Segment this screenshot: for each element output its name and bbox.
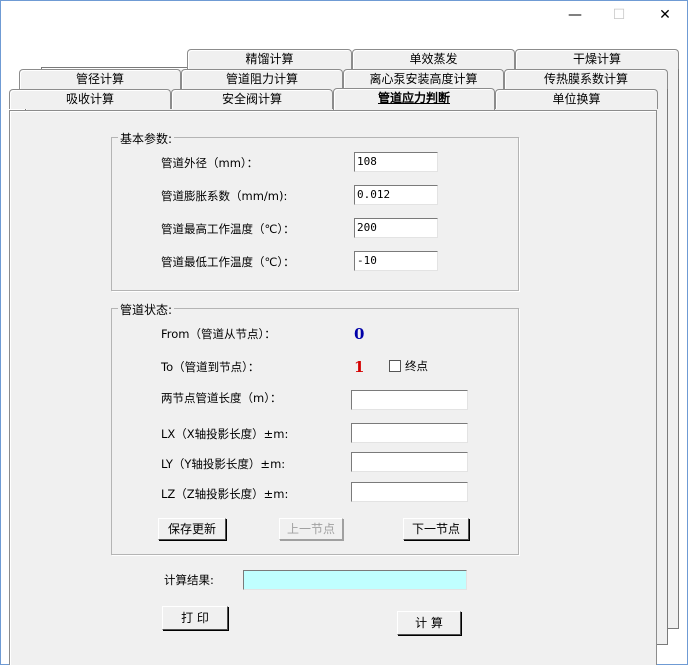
lz-label: LZ（Z轴投影长度）±m:	[161, 487, 289, 501]
expansion-label: 管道膨胀系数（mm/m):	[161, 189, 288, 203]
min-temp-input[interactable]: -10	[354, 251, 438, 271]
tab-drying[interactable]: 干燥计算	[515, 49, 679, 69]
basic-params-title: 基本参数:	[118, 130, 175, 147]
maximize-icon[interactable]: ☐	[607, 7, 631, 23]
next-node-button[interactable]: 下一节点	[403, 518, 469, 540]
pipe-state-group: 管道状态: From（管道从节点）： 0 To（管道到节点）： 1 终点 两节点…	[111, 301, 519, 555]
outer-diameter-label: 管道外径（mm）：	[161, 156, 259, 170]
result-field	[243, 570, 467, 590]
minimize-icon[interactable]: —	[563, 7, 587, 23]
pipe-length-input[interactable]	[351, 390, 468, 410]
ly-input[interactable]	[351, 452, 468, 472]
tab-unit-conversion[interactable]: 单位换算	[495, 89, 658, 109]
endpoint-checkbox[interactable]	[389, 360, 401, 372]
close-icon[interactable]: ✕	[653, 7, 677, 23]
lx-label: LX（X轴投影长度）±m:	[161, 427, 289, 441]
calculate-button[interactable]: 计 算	[397, 611, 461, 635]
tab-safety-valve[interactable]: 安全阀计算	[171, 89, 333, 109]
from-node-label: From（管道从节点）：	[161, 327, 276, 341]
tab-rectification[interactable]: 精馏计算	[187, 49, 352, 69]
max-temp-label: 管道最高工作温度（℃）：	[161, 222, 295, 236]
basic-params-group: 基本参数: 管道外径（mm）： 108 管道膨胀系数（mm/m): 0.012 …	[111, 130, 519, 291]
lx-input[interactable]	[351, 423, 468, 443]
result-label: 计算结果:	[164, 573, 214, 587]
max-temp-input[interactable]: 200	[354, 218, 438, 238]
tab-pipe-resistance[interactable]: 管道阻力计算	[181, 69, 343, 89]
tab-pump-install-height[interactable]: 离心泵安装高度计算	[343, 69, 504, 89]
prev-node-button[interactable]: 上一节点	[279, 518, 343, 540]
tab-pipe-diameter[interactable]: 管径计算	[19, 69, 181, 89]
tab-pipe-stress[interactable]: 管道应力判断	[333, 88, 495, 110]
lz-input[interactable]	[351, 482, 468, 502]
ly-label: LY（Y轴投影长度）±m:	[161, 457, 286, 471]
pipe-stress-panel: 基本参数: 管道外径（mm）： 108 管道膨胀系数（mm/m): 0.012 …	[9, 110, 657, 665]
app-window: — ☐ ✕ 精馏计算 单效蒸发 干燥计算 管径计算 管道阻力计算 离心泵安装高度…	[0, 0, 688, 665]
save-update-button[interactable]: 保存更新	[158, 518, 226, 540]
to-node-label: To（管道到节点）：	[161, 360, 260, 374]
expansion-input[interactable]: 0.012	[354, 185, 438, 205]
min-temp-label: 管道最低工作温度（℃）：	[161, 255, 295, 269]
print-button[interactable]: 打 印	[162, 606, 228, 630]
endpoint-label: 终点	[405, 359, 428, 373]
to-node-value: 1	[354, 358, 365, 376]
pipe-length-label: 两节点管道长度（m）：	[161, 391, 282, 405]
tab-single-effect-evaporation[interactable]: 单效蒸发	[352, 49, 515, 69]
pipe-state-title: 管道状态:	[118, 301, 175, 318]
outer-diameter-input[interactable]: 108	[354, 152, 438, 172]
tab-heat-transfer-coefficient[interactable]: 传热膜系数计算	[504, 69, 668, 89]
from-node-value: 0	[354, 325, 365, 343]
tab-absorption[interactable]: 吸收计算	[9, 89, 171, 109]
